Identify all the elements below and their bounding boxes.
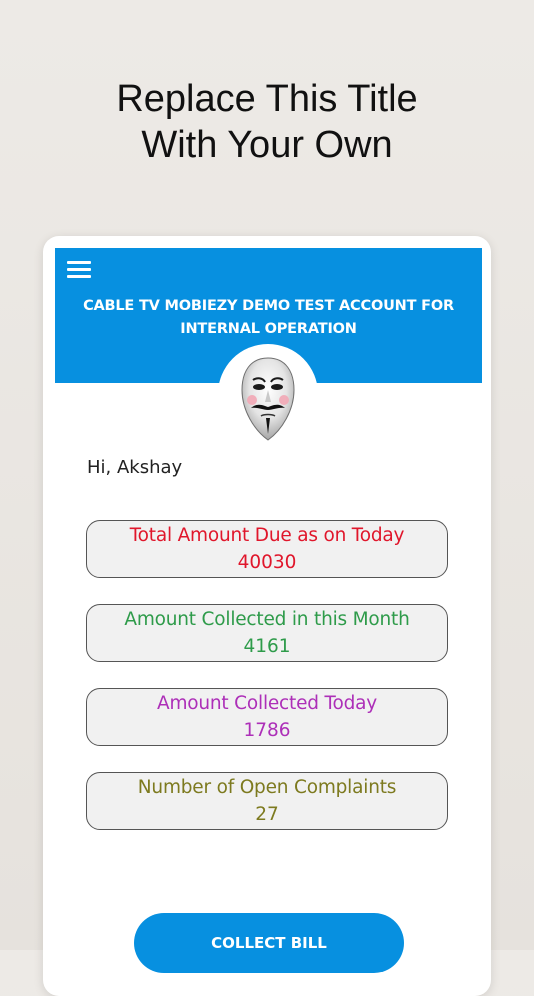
promo-title: Replace This Title With Your Own	[0, 76, 534, 168]
stat-value: 27	[255, 804, 279, 825]
stat-card-open-complaints[interactable]: Number of Open Complaints 27	[86, 772, 448, 830]
stat-label: Total Amount Due as on Today	[129, 525, 405, 546]
stat-value: 40030	[237, 552, 297, 573]
hamburger-menu-icon[interactable]	[67, 260, 91, 278]
avatar[interactable]	[218, 344, 318, 444]
collect-bill-button[interactable]: COLLECT BILL	[134, 913, 404, 973]
promo-title-line-2: With Your Own	[141, 124, 393, 166]
stat-label: Amount Collected Today	[156, 693, 377, 714]
stat-card-collected-month[interactable]: Amount Collected in this Month 4161	[86, 604, 448, 662]
stat-card-total-due[interactable]: Total Amount Due as on Today 40030	[86, 520, 448, 578]
mask-avatar-icon	[241, 357, 295, 441]
greeting-text: Hi, Akshay	[87, 457, 183, 478]
stat-value: 1786	[243, 720, 291, 741]
promo-title-line-1: Replace This Title	[116, 78, 418, 120]
company-name: CABLE TV MOBIEZY DEMO TEST ACCOUNT FOR I…	[83, 298, 454, 337]
phone-screen: CABLE TV MOBIEZY DEMO TEST ACCOUNT FOR I…	[43, 236, 491, 996]
stat-label: Amount Collected in this Month	[124, 609, 410, 630]
stat-card-collected-today[interactable]: Amount Collected Today 1786	[86, 688, 448, 746]
stat-label: Number of Open Complaints	[137, 777, 397, 798]
stat-value: 4161	[243, 636, 291, 657]
